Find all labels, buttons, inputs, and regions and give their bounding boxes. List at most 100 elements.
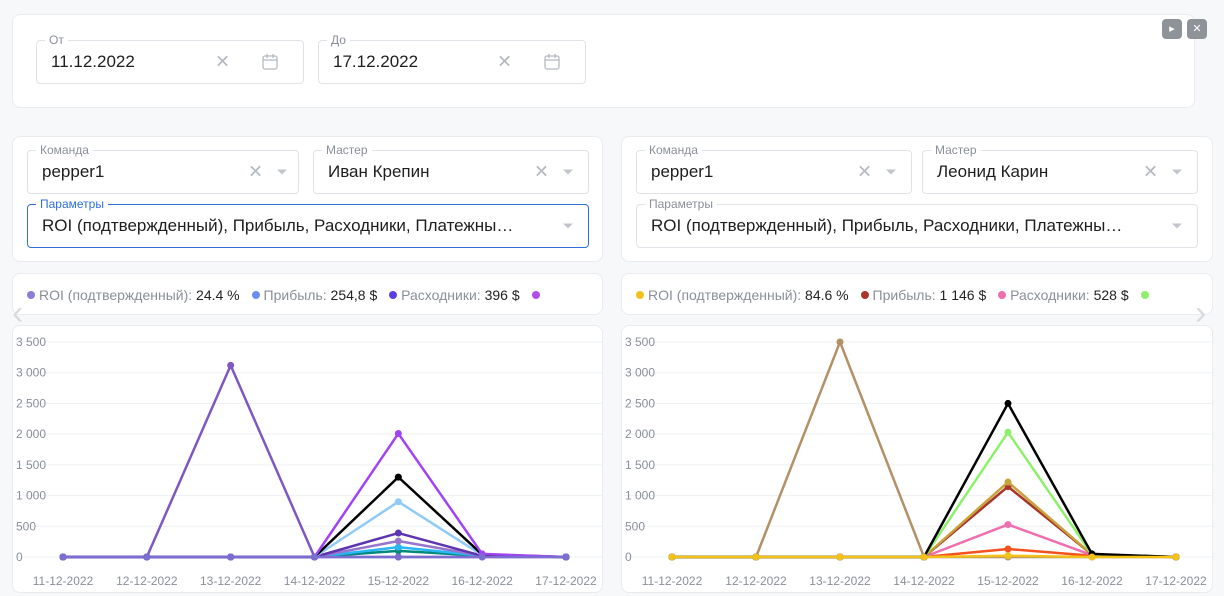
legend-value: 1 146 $ (939, 287, 987, 303)
x-tick-label: 17-12-2022 (1145, 574, 1207, 588)
left-team-select[interactable]: Команда pepper1 ✕ (27, 143, 299, 194)
legend-name: Расходники: (1010, 287, 1090, 303)
legend-item[interactable]: ROI (подтвержденный): 24.4 % (27, 287, 240, 303)
legend-name: Прибыль: (263, 287, 327, 303)
left-chart-card: 0 500 1 000 1 500 2 000 2 500 3 000 3 500 11-12-… (12, 325, 603, 593)
data-point (1172, 553, 1180, 561)
legend-value: 24.4 % (196, 287, 240, 303)
date-to-field[interactable]: До 17.12.2022 ✕ (318, 33, 586, 84)
x-tick-label: 14-12-2022 (284, 574, 346, 588)
date-from-clear-icon[interactable]: ✕ (215, 52, 230, 73)
date-from-calendar-icon[interactable] (261, 53, 279, 71)
left-params-select[interactable]: Параметры ROI (подтвержденный), Прибыль,… (27, 197, 589, 248)
data-point (394, 473, 402, 481)
right-params-label: Параметры (645, 197, 717, 211)
y-tick-label: 500 (16, 519, 36, 533)
data-point (836, 553, 844, 561)
x-tick-label: 12-12-2022 (725, 574, 787, 588)
date-to-label: До (327, 33, 350, 47)
y-tick-label: 2 000 (16, 427, 46, 441)
legend-value: 528 $ (1093, 287, 1129, 303)
x-tick-label: 11-12-2022 (33, 574, 94, 588)
data-point (394, 498, 402, 506)
date-to-clear-icon[interactable]: ✕ (497, 52, 512, 73)
date-to-value: 17.12.2022 (333, 52, 419, 71)
date-to-calendar-icon[interactable] (543, 53, 561, 71)
series-line (672, 523, 1177, 559)
right-master-value: Леонид Карин (937, 162, 1049, 181)
right-master-clear-icon[interactable]: ✕ (1143, 162, 1158, 183)
legend-dot (531, 291, 540, 299)
series-line (63, 364, 566, 559)
legend-item[interactable]: Прибыль: 254,8 $ (251, 287, 377, 303)
right-master-chevron-down-icon[interactable] (1172, 169, 1182, 175)
date-from-value: 11.12.2022 (51, 52, 135, 71)
data-point (1004, 552, 1012, 560)
left-params-chevron-down-icon[interactable] (563, 223, 573, 229)
left-team-chevron-down-icon[interactable] (277, 169, 287, 175)
y-tick-label: 2 500 (16, 396, 46, 410)
x-tick-label: 14-12-2022 (893, 574, 955, 588)
data-point (1088, 553, 1096, 561)
left-master-select[interactable]: Мастер Иван Крепин ✕ (313, 143, 589, 194)
x-tick-label: 17-12-2022 (535, 574, 597, 588)
data-point (752, 553, 760, 561)
left-team-clear-icon[interactable]: ✕ (248, 162, 263, 183)
right-team-select[interactable]: Команда pepper1 ✕ (636, 143, 912, 194)
play-button[interactable]: ▸ (1162, 19, 1182, 39)
date-from-label: От (45, 33, 68, 47)
data-point (478, 553, 486, 561)
data-point (143, 553, 151, 561)
legend-item[interactable] (531, 287, 544, 303)
left-master-chevron-down-icon[interactable] (563, 169, 573, 175)
x-tick-label: 16-12-2022 (451, 574, 513, 588)
left-master-clear-icon[interactable]: ✕ (534, 162, 549, 183)
y-tick-label: 2 500 (625, 396, 655, 410)
data-point (1004, 545, 1012, 553)
x-tick-label: 16-12-2022 (1061, 574, 1123, 588)
data-point (1004, 399, 1012, 407)
data-point (920, 553, 928, 561)
left-team-label: Команда (36, 143, 93, 157)
series-line (672, 340, 1176, 559)
series-line (63, 500, 567, 559)
legend-name: Расходники: (401, 287, 481, 303)
y-tick-label: 1 500 (16, 458, 46, 472)
legend-dot (1140, 291, 1149, 299)
legend-item[interactable]: ROI (подтвержденный): 84.6 % (636, 287, 849, 303)
right-legend: ROI (подтвержденный): 84.6 % Прибыль: 1 … (621, 273, 1213, 315)
y-tick-label: 1 500 (625, 458, 655, 472)
y-tick-label: 2 000 (625, 427, 655, 441)
series-line (672, 431, 1177, 559)
prev-arrow-icon[interactable]: ‹ (12, 296, 23, 330)
right-chart-card: 0 500 1 000 1 500 2 000 2 500 3 000 3 500 11-12-… (621, 325, 1213, 593)
right-team-chevron-down-icon[interactable] (886, 169, 896, 175)
legend-item[interactable]: Расходники: 528 $ (998, 287, 1129, 303)
date-from-field[interactable]: От 11.12.2022 ✕ (36, 33, 304, 84)
series-line (672, 485, 1177, 559)
right-params-select[interactable]: Параметры ROI (подтвержденный), Прибыль,… (636, 197, 1198, 248)
legend-value: 84.6 % (805, 287, 849, 303)
y-tick-label: 3 500 (16, 335, 46, 349)
x-tick-label: 15-12-2022 (368, 574, 430, 588)
series-line (63, 475, 567, 559)
right-master-select[interactable]: Мастер Леонид Карин ✕ (922, 143, 1198, 194)
legend-item[interactable] (1140, 287, 1153, 303)
y-tick-label: 1 000 (16, 489, 46, 503)
legend-item[interactable]: Расходники: 396 $ (389, 287, 520, 303)
right-team-label: Команда (645, 143, 702, 157)
x-tick-label: 13-12-2022 (809, 574, 871, 588)
next-arrow-icon[interactable]: › (1195, 296, 1206, 330)
right-master-label: Мастер (931, 143, 981, 157)
legend-dot (389, 291, 398, 299)
data-point (394, 529, 402, 537)
legend-dot (998, 291, 1007, 299)
data-point (394, 553, 402, 561)
left-params-label: Параметры (36, 197, 108, 211)
left-legend: ROI (подтвержденный): 24.4 % Прибыль: 25… (12, 273, 603, 315)
legend-dot (27, 291, 35, 299)
close-button[interactable]: ✕ (1187, 19, 1207, 39)
legend-item[interactable]: Прибыль: 1 146 $ (860, 287, 987, 303)
right-team-clear-icon[interactable]: ✕ (857, 162, 872, 183)
right-params-chevron-down-icon[interactable] (1172, 223, 1182, 229)
